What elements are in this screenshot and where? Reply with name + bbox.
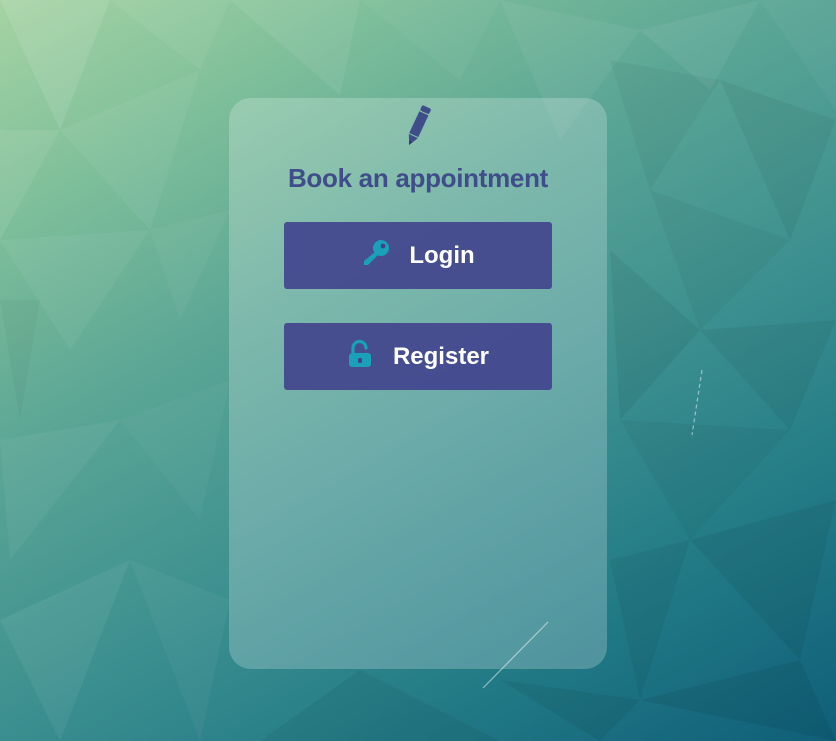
key-icon <box>361 238 391 273</box>
register-button[interactable]: Register <box>284 323 552 390</box>
register-button-label: Register <box>392 342 490 370</box>
page-title: Book an appointment <box>287 163 549 193</box>
login-button[interactable]: Login <box>284 222 552 289</box>
login-button-label: Login <box>409 241 475 269</box>
unlock-icon <box>347 339 375 374</box>
pencil-icon <box>408 105 431 146</box>
